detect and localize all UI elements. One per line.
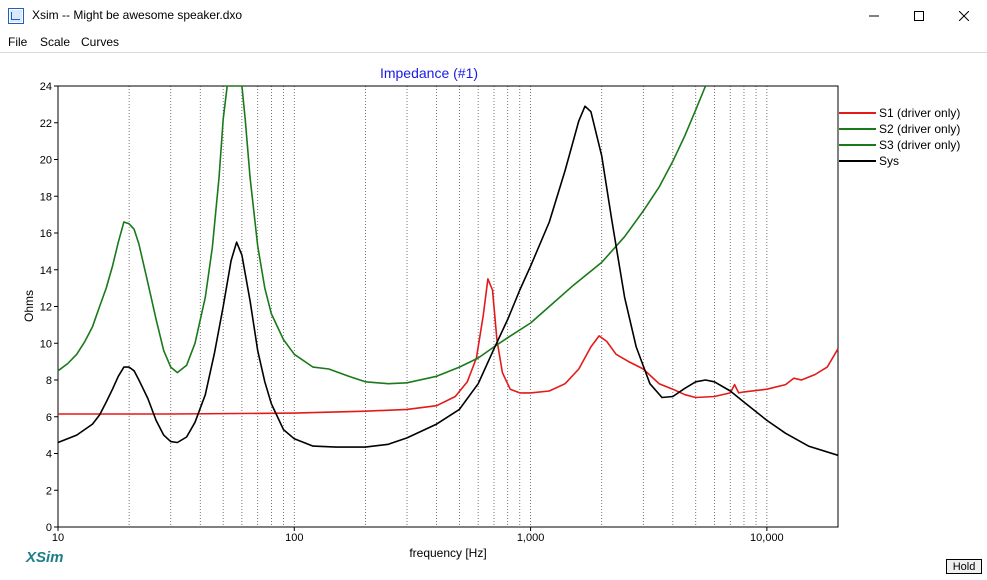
x-tick-label: 100 <box>285 532 303 544</box>
x-tick-label: 10,000 <box>750 532 784 544</box>
y-tick-label: 6 <box>46 412 52 424</box>
series-line-4 <box>57 105 839 457</box>
y-tick-label: 16 <box>40 228 52 240</box>
x-axis: 10 100 1,000 10,000 <box>52 527 784 544</box>
chart-legend: S1 (driver only) S2 (driver only) S3 (driv… <box>839 106 960 168</box>
chart-title: Impedance (#1) <box>380 65 478 81</box>
y-tick-label: 14 <box>40 265 52 277</box>
legend-label-4: Sys <box>879 154 899 168</box>
series-line-2 <box>57 85 707 385</box>
y-tick-label: 8 <box>46 375 52 387</box>
legend-label-1: S1 (driver only) <box>879 106 960 120</box>
legend-label-2: S2 (driver only) <box>879 122 960 136</box>
y-axis-label: Ohms <box>22 290 36 322</box>
hold-button[interactable]: Hold <box>946 559 982 574</box>
y-tick-label: 24 <box>40 81 52 93</box>
impedance-chart: Impedance (#1) 024681012141618202224 10 1… <box>22 65 960 560</box>
y-tick-label: 2 <box>46 485 52 497</box>
series-line-1 <box>58 278 839 415</box>
plot-frame <box>57 85 839 528</box>
legend-label-3: S3 (driver only) <box>879 138 960 152</box>
y-tick-label: 22 <box>40 118 52 130</box>
y-tick-label: 20 <box>40 155 52 167</box>
x-tick-label: 10 <box>52 532 64 544</box>
y-tick-label: 10 <box>40 338 52 350</box>
x-tick-label: 1,000 <box>517 532 545 544</box>
y-tick-label: 18 <box>40 191 52 203</box>
xsim-logo: XSim <box>26 549 64 566</box>
y-axis: 024681012141618202224 <box>40 81 58 534</box>
y-tick-label: 12 <box>40 302 52 314</box>
chart-grid <box>128 86 768 527</box>
y-tick-label: 4 <box>46 449 52 461</box>
chart-series <box>57 85 839 457</box>
x-axis-label: frequency [Hz] <box>409 546 486 560</box>
